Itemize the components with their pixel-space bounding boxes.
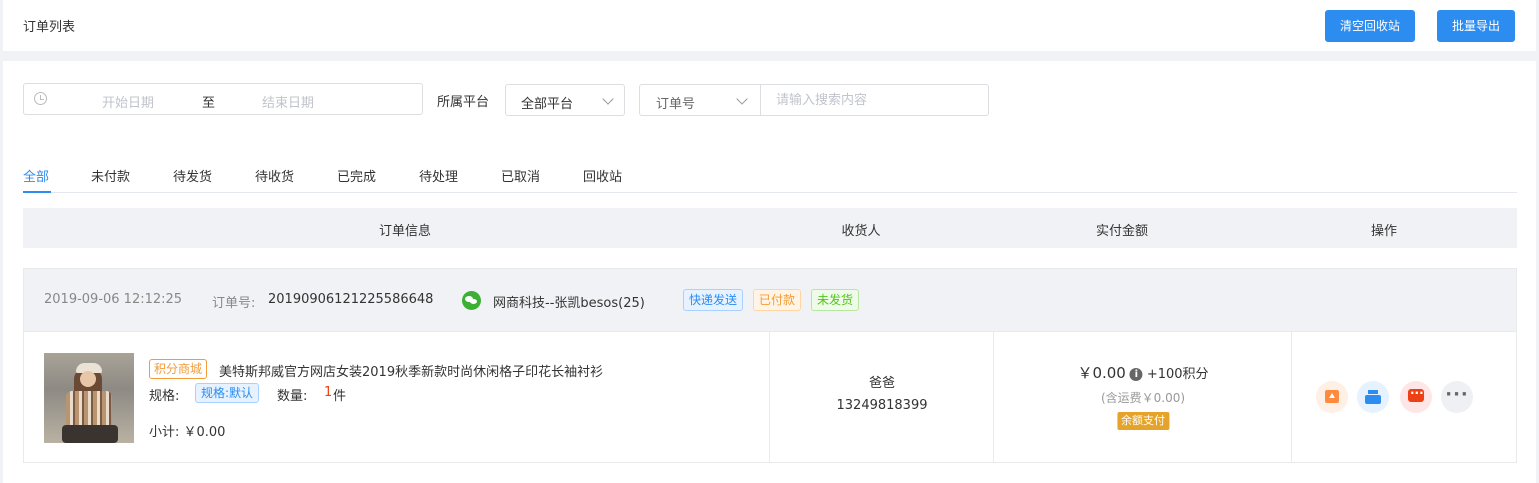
message-button[interactable] xyxy=(1400,381,1432,413)
platform-select-value: 全部平台 xyxy=(521,97,574,112)
quantity-value: 1 xyxy=(324,385,333,400)
tab-unpaid[interactable]: 未付款 xyxy=(91,166,130,185)
ship-icon xyxy=(1325,390,1339,403)
more-button[interactable]: ··· xyxy=(1441,381,1473,413)
platform-select[interactable]: 全部平台 xyxy=(505,84,625,116)
order-no: 20190906121225586648 xyxy=(268,292,434,307)
order-card: 2019-09-06 12:12:25 订单号: 201909061212255… xyxy=(23,268,1517,463)
receiver-phone: 13249818399 xyxy=(836,398,928,413)
more-icon: ··· xyxy=(1445,384,1469,405)
order-no-label: 订单号: xyxy=(212,296,256,311)
order-list-panel: 开始日期 至 结束日期 所属平台 全部平台 订单号 全部 未付款 待发货 待收货… xyxy=(3,61,1536,483)
shop-name: 网商科技--张凯besos(25) xyxy=(493,296,645,311)
page-title: 订单列表 xyxy=(23,20,76,35)
points-mall-tag: 积分商城 xyxy=(149,359,208,379)
quantity-label: 数量: xyxy=(277,389,308,404)
payment-info: ￥0.00 i +100积分 (含运费￥0.00) 余额支付 xyxy=(1077,362,1209,430)
print-button[interactable] xyxy=(1357,381,1389,413)
clear-recycle-button[interactable]: 清空回收站 xyxy=(1325,10,1416,42)
info-icon[interactable]: i xyxy=(1129,368,1143,381)
paid-amount: ￥0.00 xyxy=(1077,364,1126,382)
tab-completed[interactable]: 已完成 xyxy=(337,166,376,185)
quantity-unit: 件 xyxy=(333,389,347,404)
wechat-icon xyxy=(462,291,481,310)
date-range-picker[interactable]: 开始日期 至 结束日期 xyxy=(23,83,423,115)
order-time: 2019-09-06 12:12:25 xyxy=(44,292,183,307)
column-divider xyxy=(993,332,994,463)
order-status-tabs: 全部 未付款 待发货 待收货 已完成 待处理 已取消 回收站 xyxy=(23,163,1517,193)
clock-icon xyxy=(34,92,47,105)
tab-recycle-bin[interactable]: 回收站 xyxy=(583,166,622,185)
receiver-info: 爸爸 13249818399 xyxy=(837,373,928,417)
paid-status-tag: 已付款 xyxy=(753,289,802,311)
tab-pending[interactable]: 待处理 xyxy=(419,166,458,185)
search-input[interactable] xyxy=(762,86,982,114)
top-bar: 订单列表 清空回收站 批量导出 xyxy=(3,0,1536,51)
column-divider xyxy=(1291,332,1292,463)
tab-to-ship[interactable]: 待发货 xyxy=(173,166,212,185)
points-earned: +100积分 xyxy=(1146,367,1209,382)
search-field-select[interactable]: 订单号 xyxy=(640,85,761,115)
column-actions: 操作 xyxy=(1370,224,1398,239)
tab-all[interactable]: 全部 xyxy=(23,166,49,185)
active-tab-indicator xyxy=(23,191,51,193)
ship-button[interactable] xyxy=(1316,381,1348,413)
delivery-tag: 快递发送 xyxy=(683,289,744,311)
column-paid-amount: 实付金额 xyxy=(1095,224,1149,239)
tab-cancelled[interactable]: 已取消 xyxy=(501,166,540,185)
subtotal: 小计: ￥0.00 xyxy=(149,425,226,440)
spec-label: 规格: xyxy=(149,389,180,404)
print-icon xyxy=(1365,390,1381,404)
chevron-down-icon xyxy=(602,93,614,105)
column-divider xyxy=(769,332,770,463)
order-header: 2019-09-06 12:12:25 订单号: 201909061212255… xyxy=(24,269,1516,332)
column-receiver: 收货人 xyxy=(841,224,881,239)
chevron-down-icon xyxy=(736,93,748,105)
date-separator: 至 xyxy=(202,96,216,111)
product-image[interactable] xyxy=(44,353,134,443)
product-name[interactable]: 美特斯邦威官方网店女装2019秋季新款时尚休闲格子印花长袖衬衫 xyxy=(219,361,603,380)
batch-export-button[interactable]: 批量导出 xyxy=(1437,10,1516,42)
spec-tag: 规格:默认 xyxy=(195,383,260,403)
payment-method-badge: 余额支付 xyxy=(1117,412,1169,430)
platform-label: 所属平台 xyxy=(437,95,490,110)
receiver-name: 爸爸 xyxy=(868,376,896,391)
tab-to-receive[interactable]: 待收货 xyxy=(255,166,294,185)
end-date-input[interactable]: 结束日期 xyxy=(262,92,314,111)
start-date-input[interactable]: 开始日期 xyxy=(102,92,154,111)
ship-status-tag: 未发货 xyxy=(811,289,860,311)
table-header: 订单信息 收货人 实付金额 操作 xyxy=(23,208,1517,248)
shipping-fee: (含运费￥0.00) xyxy=(1100,391,1186,405)
message-icon xyxy=(1408,386,1424,402)
column-order-info: 订单信息 xyxy=(378,224,432,239)
search-field-value: 订单号 xyxy=(656,97,696,112)
search-group: 订单号 xyxy=(639,84,989,116)
